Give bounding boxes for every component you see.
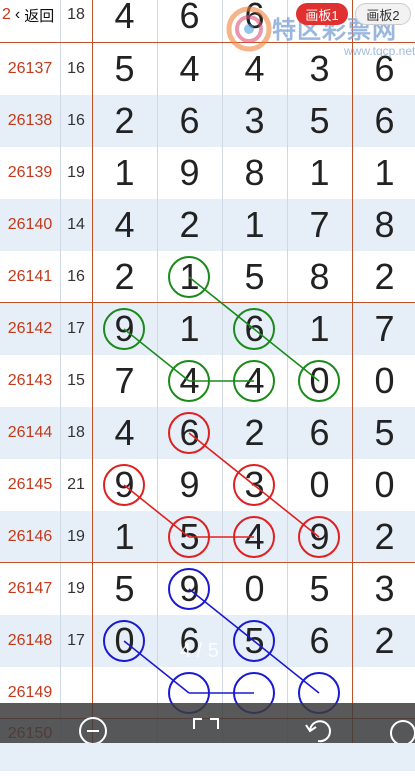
page-progress: 4 / 5 [180,640,219,662]
connector-line [188,432,320,538]
back-label: 返回 [24,7,55,25]
share-icon[interactable] [385,711,415,743]
partial-id-text: 2 [2,6,11,23]
connector-line [123,328,190,382]
board1-tab[interactable]: 画板1 [296,3,348,25]
bottom-toolbar [0,703,415,743]
drawing-overlay[interactable] [0,0,415,743]
zoom-out-icon[interactable] [75,711,111,743]
connector-line [188,276,320,382]
fullscreen-icon[interactable] [188,711,224,743]
chevron-left-icon: ‹ [14,6,21,23]
connector-line [123,484,190,538]
undo-icon[interactable] [300,711,336,743]
back-button[interactable]: 2 ‹ 返回 [0,0,62,30]
board2-tab[interactable]: 画板2 [355,3,411,25]
